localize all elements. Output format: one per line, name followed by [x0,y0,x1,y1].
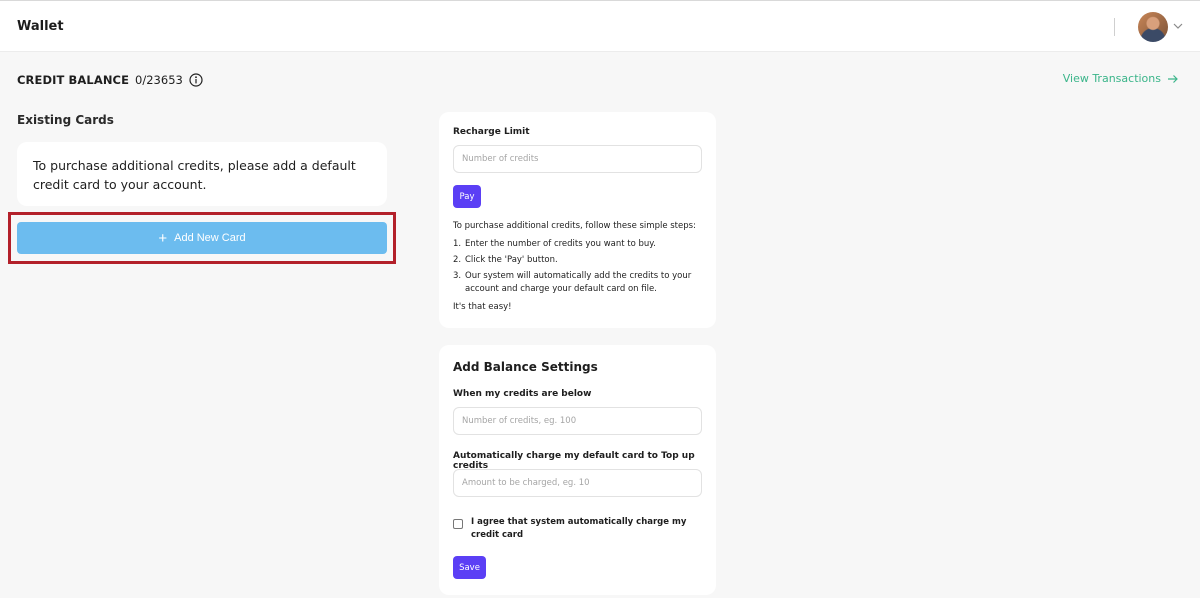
step-number: 2. [453,255,462,265]
credit-balance-row: CREDIT BALANCE 0/23653 [17,71,203,89]
balance-settings-title: Add Balance Settings [453,360,598,374]
step-text: Click the 'Pay' button. [465,255,558,265]
view-transactions-label: View Transactions [1062,72,1161,85]
pay-button[interactable]: Pay [453,185,481,208]
charge-amount-input[interactable] [453,469,702,497]
agree-checkbox[interactable] [453,519,463,529]
existing-cards-title: Existing Cards [17,113,114,127]
step-number: 3. [453,271,462,281]
step-text: Enter the number of credits you want to … [465,239,656,249]
header-divider [1114,18,1115,36]
plus-icon: + [158,229,168,247]
agree-row: I agree that system automatically charge… [453,516,705,542]
list-item: 3. Our system will automatically add the… [453,270,705,296]
step-number: 1. [453,239,462,249]
steps-intro: To purchase additional credits, follow t… [453,221,696,231]
add-card-notice: To purchase additional credits, please a… [17,142,387,206]
add-new-card-label: Add New Card [174,232,246,244]
top-bar: Wallet [0,0,1200,52]
view-transactions-link[interactable]: View Transactions [1063,72,1179,85]
avatar[interactable] [1138,12,1168,42]
page-title: Wallet [17,19,64,34]
credit-balance-label: CREDIT BALANCE [17,73,130,87]
steps-list: 1. Enter the number of credits you want … [453,238,705,299]
save-button[interactable]: Save [453,556,486,579]
recharge-panel: Recharge Limit Pay To purchase additiona… [439,112,716,328]
credit-balance-value: 0/23653 [135,73,183,87]
list-item: 1. Enter the number of credits you want … [453,238,705,251]
arrow-right-icon [1168,74,1178,83]
add-new-card-button[interactable]: + Add New Card [17,222,387,254]
recharge-limit-label: Recharge Limit [453,127,530,137]
agree-label: I agree that system automatically charge… [471,517,687,540]
credits-threshold-input[interactable] [453,407,702,435]
credits-below-label: When my credits are below [453,389,592,399]
balance-settings-panel: Add Balance Settings When my credits are… [439,345,716,595]
list-item: 2. Click the 'Pay' button. [453,254,705,267]
chevron-down-icon[interactable] [1172,20,1184,32]
recharge-credits-input[interactable] [453,145,702,173]
info-icon[interactable] [189,73,203,87]
steps-outro: It's that easy! [453,302,512,312]
auto-charge-label: Automatically charge my default card to … [453,451,695,471]
step-text: Our system will automatically add the cr… [465,271,692,294]
